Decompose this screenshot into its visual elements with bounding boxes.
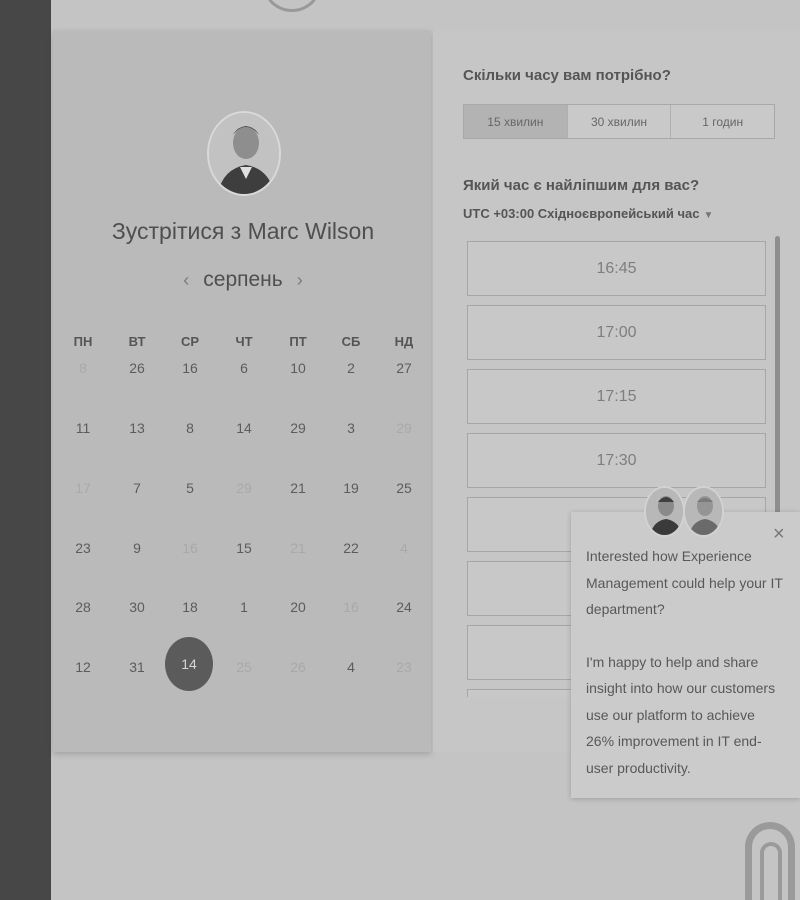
day-cell[interactable]: 7 [117,480,157,496]
time-slot[interactable]: 16:45 [467,241,766,296]
day-cell: 16 [182,540,198,556]
weekday-header: СБ [341,334,361,349]
day-cell[interactable]: 29 [278,420,318,436]
caret-down-icon: ▼ [703,210,714,221]
day-cell[interactable]: 4 [331,659,371,675]
left-sidebar [0,0,51,900]
chevron-right-icon[interactable]: › [297,270,303,291]
weekday-header: ВТ [128,334,146,349]
day-cell[interactable]: 19 [331,480,371,496]
day-cell: 17 [75,480,91,496]
chat-message: Interested how Experience Management cou… [586,543,786,781]
day-cell[interactable]: 26 [117,360,157,376]
day-cell[interactable]: 10 [278,360,318,376]
timezone-label: UTC +03:00 Східноєвропейський час [463,206,700,221]
chat-agent-avatar [683,486,724,537]
weekday-header: ПН [73,334,93,349]
day-cell[interactable]: 21 [278,480,318,496]
host-avatar [207,111,281,196]
duration-option-15[interactable]: 15 хвилин [464,105,567,138]
day-cell[interactable]: 22 [331,540,371,556]
month-label: серпень [203,268,283,291]
day-cell[interactable]: 31 [117,659,157,675]
day-cell[interactable]: 15 [224,540,264,556]
day-cell[interactable]: 24 [384,599,424,615]
booking-title: Зустрітися з Marc Wilson [111,218,375,244]
weekday-header: НД [394,334,414,349]
day-cell[interactable]: 8 [170,420,210,436]
day-cell[interactable]: 14 [224,420,264,436]
chat-agent-avatar [644,486,685,537]
day-cell[interactable]: 12 [63,659,103,675]
day-cell[interactable]: 6 [224,360,264,376]
day-cell: 8 [79,360,87,376]
day-cell[interactable]: 20 [278,599,318,615]
time-slot[interactable]: 17:15 [467,369,766,424]
time-slot[interactable]: 17:00 [467,305,766,360]
day-cell-selected[interactable]: 14 [165,637,213,691]
timezone-selector[interactable]: UTC +03:00 Східноєвропейський час ▼ [463,206,713,221]
day-cell[interactable]: 13 [117,420,157,436]
day-cell: 25 [236,659,252,675]
day-cell[interactable]: 1 [224,599,264,615]
day-cell[interactable]: 28 [63,599,103,615]
day-cell: 29 [236,480,252,496]
weekday-header: ЧТ [235,334,253,349]
time-question: Який час є найліпшим для вас? [463,177,700,194]
day-cell: 16 [343,599,359,615]
day-cell[interactable]: 23 [63,540,103,556]
duration-option-60[interactable]: 1 годин [670,105,774,138]
day-cell[interactable]: 9 [117,540,157,556]
logo-fragment [262,0,322,12]
day-cell[interactable]: 11 [63,420,103,436]
day-cell[interactable]: 25 [384,480,424,496]
day-cell: 21 [290,540,306,556]
chat-paragraph: I'm happy to help and share insight into… [586,653,776,776]
day-cell: 23 [396,659,412,675]
day-cell[interactable]: 27 [384,360,424,376]
duration-option-30[interactable]: 30 хвилин [566,105,671,138]
day-cell[interactable]: 3 [331,420,371,436]
day-cell: 29 [396,420,412,436]
day-cell: 4 [400,540,408,556]
day-cell: 26 [290,659,306,675]
day-cell[interactable]: 16 [170,360,210,376]
time-slot[interactable]: 17:30 [467,433,766,488]
attachment-icon-inner [760,842,782,900]
weekday-header: ПТ [289,334,307,349]
day-cell[interactable]: 18 [170,599,210,615]
day-cell[interactable]: 2 [331,360,371,376]
day-cell[interactable]: 5 [170,480,210,496]
weekday-header: СР [180,334,200,349]
month-navigator: ‹ серпень › [53,268,433,292]
chevron-left-icon[interactable]: ‹ [183,270,189,291]
day-cell[interactable]: 30 [117,599,157,615]
duration-selector: 15 хвилин 30 хвилин 1 годин [463,104,775,139]
duration-question: Скільки часу вам потрібно? [463,67,671,84]
chat-paragraph: Interested how Experience Management cou… [586,548,783,617]
